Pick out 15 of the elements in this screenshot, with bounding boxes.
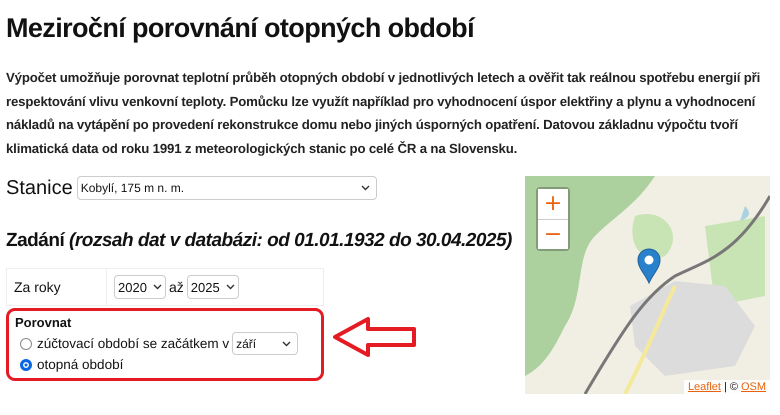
- section-heading: Zadání (rozsah dat v databázi: od 01.01.1932 do 30.04.2025): [6, 229, 513, 253]
- range-separator: až: [169, 279, 184, 295]
- option-label: otopná období: [37, 357, 124, 372]
- year-to-select[interactable]: 2025: [186, 275, 239, 299]
- year-from-select[interactable]: 2020: [114, 275, 166, 299]
- station-select[interactable]: Kobylí, 175 m n. m.: [76, 176, 377, 200]
- option-label: zúčtovací období se začátkem v: [37, 336, 230, 351]
- page-title: Meziroční porovnání otopných období: [6, 12, 476, 45]
- intro-paragraph: Výpočet umožňuje porovnat teplotní průběh otopných období v jednotlivých letech a ověřit tak reálnou spotřebu energií při respektování vlivu venkovní teploty. Pomůcku lze využít například pro vyhodnocení úspor elektřiny a plynu a vyhodnocení nákladů na vytápění po provedení rekonstrukce domu nebo jiných úsporných opatření. Datovou základnu výpočtu tvoří klimatická data od roku 1991 z meteorologických stanic po celé ČR a na Slovensku.: [6, 69, 762, 158]
- station-label: Stanice: [6, 176, 73, 200]
- month-select[interactable]: září: [232, 332, 298, 355]
- compare-label: Porovnat: [15, 315, 72, 330]
- attribution-text: |: [724, 381, 727, 393]
- years-label: Za roky: [14, 279, 61, 295]
- attribution-text: ©: [730, 381, 738, 393]
